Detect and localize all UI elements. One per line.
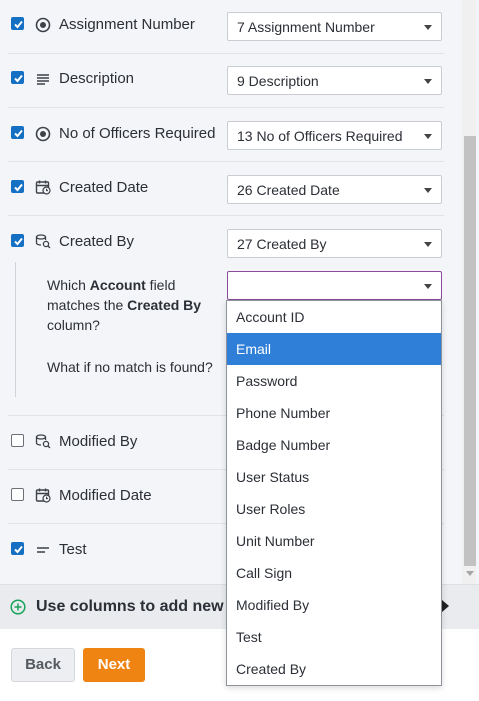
chevron-down-icon (424, 188, 432, 193)
scroll-down-arrow-icon[interactable] (466, 571, 474, 576)
field-name: Modified By (59, 433, 138, 450)
field-name: Modified Date (59, 487, 152, 504)
dropdown-option-created-by[interactable]: Created By (227, 653, 441, 685)
user-search-icon (35, 433, 51, 449)
dropdown-option-call-sign[interactable]: Call Sign (227, 557, 441, 589)
dropdown-option-phone-number[interactable]: Phone Number (227, 397, 441, 429)
select-value: 26 Created Date (237, 182, 340, 198)
select-value: 9 Description (237, 73, 319, 89)
description-checkbox[interactable] (11, 71, 24, 84)
calendar-icon (35, 487, 51, 503)
field-row-assignment-number: Assignment Number 7 Assignment Number (0, 0, 462, 54)
next-button[interactable]: Next (83, 648, 145, 682)
column-select-created-date[interactable]: 26 Created Date (227, 175, 442, 204)
scrollbar-thumb[interactable] (464, 136, 476, 566)
calendar-icon (35, 179, 51, 195)
dropdown-option-email[interactable]: Email (227, 333, 441, 365)
vertical-scrollbar[interactable] (462, 0, 476, 584)
dropdown-option-modified-by[interactable]: Modified By (227, 589, 441, 621)
chevron-down-icon (424, 79, 432, 84)
radio-icon (35, 17, 51, 33)
chevron-right-icon[interactable] (442, 600, 449, 612)
field-row-no-of-officers: No of Officers Required 13 No of Officer… (0, 108, 462, 162)
field-name: No of Officers Required (59, 125, 216, 142)
field-row-description: Description 9 Description (0, 54, 462, 108)
back-button[interactable]: Back (11, 648, 75, 682)
modified-date-checkbox[interactable] (11, 488, 24, 501)
column-select-no-of-officers[interactable]: 13 No of Officers Required (227, 121, 442, 150)
radio-icon (35, 126, 51, 142)
no-match-question: What if no match is found? (47, 359, 213, 375)
no-of-officers-checkbox[interactable] (11, 126, 24, 139)
chevron-down-icon (424, 242, 432, 247)
chevron-down-icon (424, 134, 432, 139)
account-match-question: Which Account field matches the Created … (47, 277, 202, 333)
dropdown-option-user-roles[interactable]: User Roles (227, 493, 441, 525)
chevron-down-icon (424, 25, 432, 30)
account-field-select[interactable] (227, 271, 442, 300)
column-select-description[interactable]: 9 Description (227, 66, 442, 95)
text-lines-icon (35, 71, 51, 87)
dropdown-option-unit-number[interactable]: Unit Number (227, 525, 441, 557)
created-date-checkbox[interactable] (11, 180, 24, 193)
dropdown-option-badge-number[interactable]: Badge Number (227, 429, 441, 461)
select-value: 27 Created By (237, 236, 327, 252)
assignment-number-checkbox[interactable] (11, 17, 24, 30)
field-name: Created By (59, 233, 135, 250)
dropdown-option-test[interactable]: Test (227, 621, 441, 653)
modified-by-checkbox[interactable] (11, 434, 24, 447)
column-select-assignment-number[interactable]: 7 Assignment Number (227, 12, 442, 41)
created-by-checkbox[interactable] (11, 234, 24, 247)
add-circle-icon (10, 599, 26, 615)
chevron-down-icon (424, 284, 432, 289)
field-name: Description (59, 70, 135, 87)
account-field-dropdown-list: Account ID Email Password Phone Number B… (226, 300, 442, 686)
dropdown-option-user-status[interactable]: User Status (227, 461, 441, 493)
user-search-icon (35, 233, 51, 249)
add-columns-label: Use columns to add new (36, 598, 224, 615)
sub-options-guide-line (15, 262, 16, 397)
select-value: 13 No of Officers Required (237, 128, 403, 144)
field-name: Assignment Number (59, 16, 195, 33)
field-name: Test (59, 541, 87, 558)
field-name: Created Date (59, 179, 149, 196)
select-value: 7 Assignment Number (237, 19, 375, 35)
test-checkbox[interactable] (11, 542, 24, 555)
field-row-created-date: Created Date 26 Created Date (0, 162, 462, 216)
short-text-icon (35, 542, 51, 558)
dropdown-option-password[interactable]: Password (227, 365, 441, 397)
column-select-created-by[interactable]: 27 Created By (227, 229, 442, 258)
dropdown-option-account-id[interactable]: Account ID (227, 301, 441, 333)
